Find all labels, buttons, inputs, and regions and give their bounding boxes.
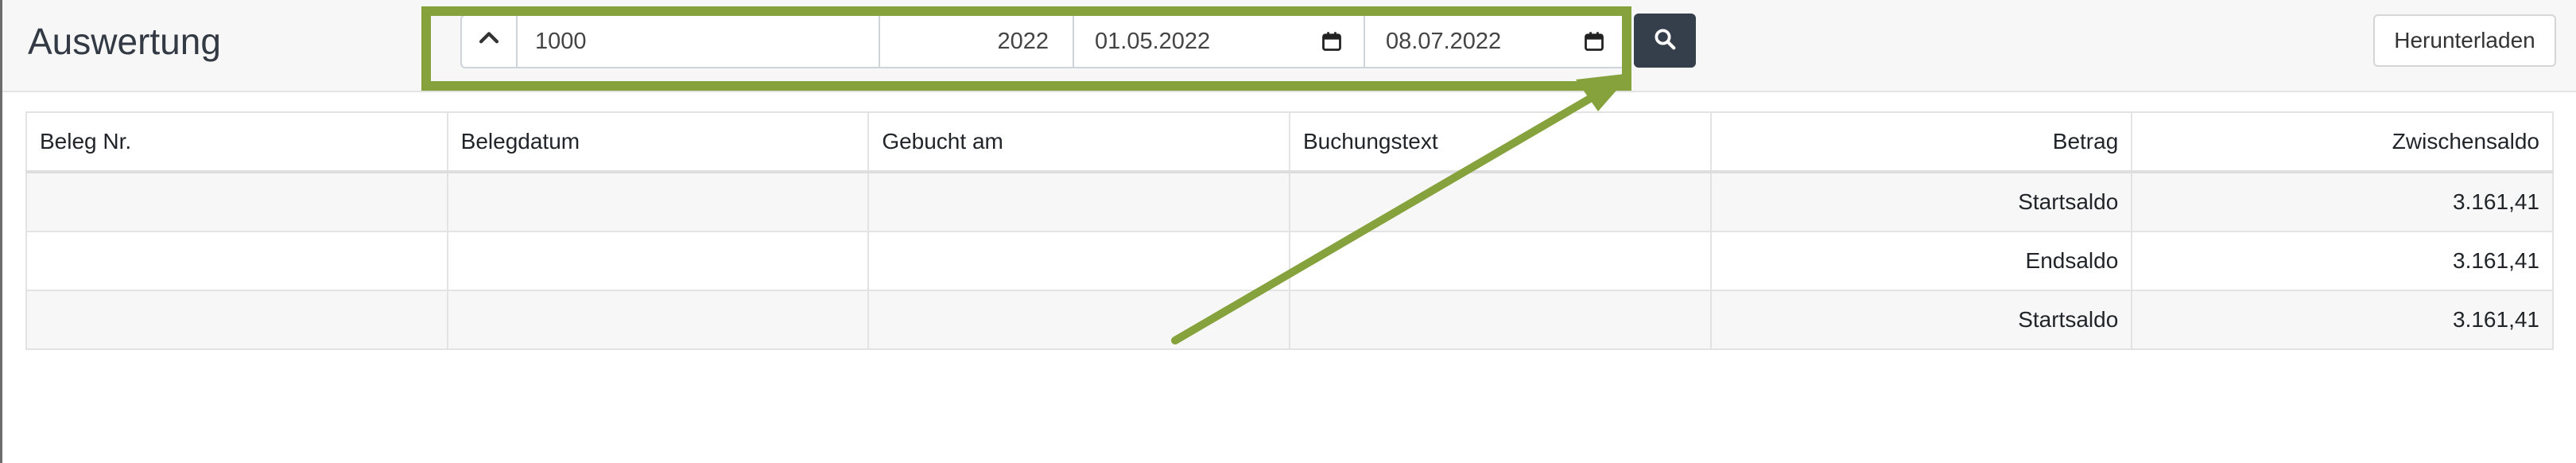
table-cell <box>867 290 1290 350</box>
table-cell: Endsaldo <box>1709 231 2133 291</box>
header-bar: Auswertung 1000 2022 01.05.2022 08.07.20… <box>2 0 2576 92</box>
table-cell <box>446 171 870 232</box>
year-value: 2022 <box>997 28 1049 54</box>
table-cell <box>25 290 448 350</box>
column-header-beleg-nr[interactable]: Beleg Nr. <box>25 111 448 173</box>
calendar-icon[interactable] <box>1321 30 1343 53</box>
column-header-betrag[interactable]: Betrag <box>1709 111 2133 173</box>
search-icon <box>1653 27 1677 55</box>
date-from-input[interactable]: 01.05.2022 <box>1074 14 1365 68</box>
column-header-gebucht-am[interactable]: Gebucht am <box>867 111 1290 173</box>
collapse-toggle-button[interactable] <box>460 14 518 68</box>
table-cell: 3.161,41 <box>2131 171 2554 232</box>
column-header-buchungstext[interactable]: Buchungstext <box>1288 111 1712 173</box>
table-row: Startsaldo 3.161,41 <box>25 171 2554 232</box>
table-cell <box>1288 231 1712 291</box>
table-cell <box>446 231 870 291</box>
table-cell <box>446 290 870 350</box>
table-cell: Startsaldo <box>1709 290 2133 350</box>
calendar-icon[interactable] <box>1583 30 1605 53</box>
date-to-value: 08.07.2022 <box>1386 28 1502 54</box>
column-header-zwischensaldo[interactable]: Zwischensaldo <box>2131 111 2554 173</box>
table-cell <box>1288 290 1712 350</box>
account-number-input[interactable]: 1000 <box>518 14 880 68</box>
filter-toolbar: 1000 2022 01.05.2022 08.07.2022 <box>460 14 1627 68</box>
table-cell <box>25 231 448 291</box>
date-to-input[interactable]: 08.07.2022 <box>1365 14 1627 68</box>
table-cell <box>1288 171 1712 232</box>
search-button[interactable] <box>1634 14 1696 68</box>
table-cell: 3.161,41 <box>2131 231 2554 291</box>
ledger-table: Beleg Nr. Belegdatum Gebucht am Buchungs… <box>25 111 2554 350</box>
page-title: Auswertung <box>28 21 221 62</box>
chevron-up-icon <box>475 25 502 58</box>
account-number-value: 1000 <box>535 28 587 54</box>
table-cell <box>25 171 448 232</box>
table-cell <box>867 231 1290 291</box>
year-input[interactable]: 2022 <box>880 14 1074 68</box>
date-from-value: 01.05.2022 <box>1095 28 1211 54</box>
download-button[interactable]: Herunterladen <box>2373 14 2556 67</box>
table-cell: 3.161,41 <box>2131 290 2554 350</box>
table-row: Endsaldo 3.161,41 <box>25 231 2554 291</box>
table-cell: Startsaldo <box>1709 171 2133 232</box>
table-cell <box>867 171 1290 232</box>
table-header-row: Beleg Nr. Belegdatum Gebucht am Buchungs… <box>25 111 2554 173</box>
table-row: Startsaldo 3.161,41 <box>25 290 2554 350</box>
column-header-belegdatum[interactable]: Belegdatum <box>446 111 870 173</box>
